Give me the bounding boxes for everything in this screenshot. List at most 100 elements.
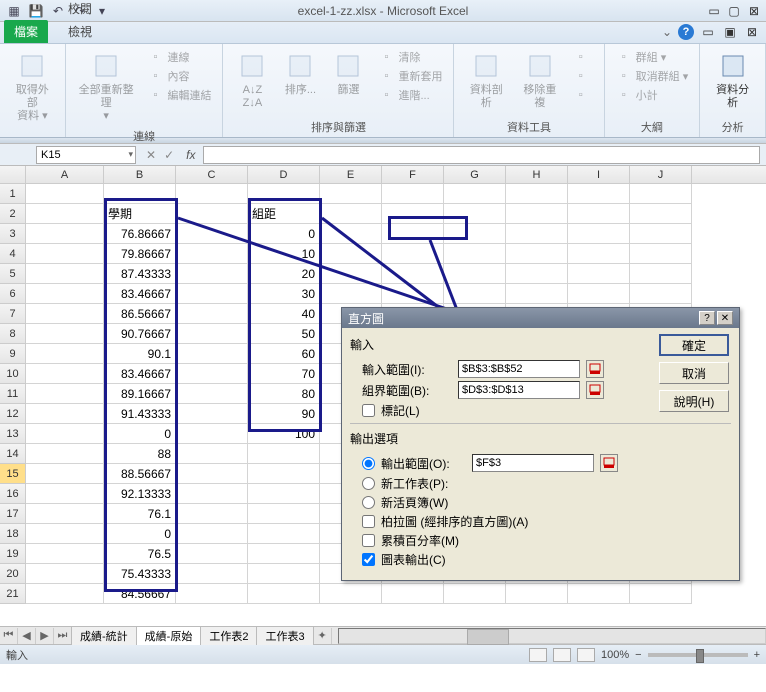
col-header-H[interactable]: H	[506, 166, 568, 183]
save-icon[interactable]: 💾	[26, 2, 46, 20]
row-header[interactable]: 12	[0, 404, 26, 424]
cell[interactable]	[26, 524, 104, 544]
cell[interactable]: 90.1	[104, 344, 176, 364]
cell[interactable]	[248, 444, 320, 464]
ribbon-group-button[interactable]: ▫群組 ▾	[613, 48, 692, 66]
cell[interactable]: 84.56667	[104, 584, 176, 604]
fx-icon[interactable]: fx	[186, 148, 195, 162]
cell[interactable]	[568, 264, 630, 284]
formula-input[interactable]	[203, 146, 760, 164]
horizontal-scrollbar[interactable]	[338, 628, 766, 644]
cell[interactable]	[568, 244, 630, 264]
row-header[interactable]: 7	[0, 304, 26, 324]
cell[interactable]: 40	[248, 304, 320, 324]
cell[interactable]	[382, 224, 444, 244]
cell[interactable]	[26, 484, 104, 504]
ribbon-ungroup-button[interactable]: ▫取消群組 ▾	[613, 67, 692, 85]
excel-icon[interactable]: ▦	[4, 2, 24, 20]
col-header-F[interactable]: F	[382, 166, 444, 183]
col-header-C[interactable]: C	[176, 166, 248, 183]
cell[interactable]	[444, 224, 506, 244]
zoom-slider[interactable]	[648, 653, 748, 657]
cell[interactable]	[26, 364, 104, 384]
row-header[interactable]: 5	[0, 264, 26, 284]
input-range-field[interactable]	[458, 360, 580, 378]
cell[interactable]	[506, 184, 568, 204]
fx-cancel-icon[interactable]: ✕	[146, 148, 156, 162]
cell[interactable]: 89.16667	[104, 384, 176, 404]
cell[interactable]	[382, 204, 444, 224]
row-header[interactable]: 3	[0, 224, 26, 244]
ribbon-import-button[interactable]: 取得外部資料 ▾	[8, 48, 57, 126]
cell[interactable]: 76.5	[104, 544, 176, 564]
cell[interactable]	[568, 584, 630, 604]
bin-range-refedit-icon[interactable]	[586, 381, 604, 399]
ribbon-subtotal-button[interactable]: ▫小計	[613, 86, 692, 104]
cell[interactable]: 80	[248, 384, 320, 404]
sheet-tab[interactable]: 成績-統計	[71, 626, 137, 645]
cell[interactable]	[26, 224, 104, 244]
new-worksheet-radio[interactable]: 新工作表(P):	[362, 475, 731, 492]
cell[interactable]	[176, 344, 248, 364]
cell[interactable]	[568, 204, 630, 224]
cell[interactable]	[176, 324, 248, 344]
ribbon-analysis-button[interactable]: 資料分析	[708, 48, 757, 112]
cell[interactable]	[26, 424, 104, 444]
cell[interactable]	[26, 464, 104, 484]
cell[interactable]	[176, 424, 248, 444]
page-layout-view-icon[interactable]	[553, 648, 571, 662]
cell[interactable]	[26, 264, 104, 284]
cell[interactable]	[248, 504, 320, 524]
ribbon-clear-button[interactable]: ▫清除	[375, 48, 445, 66]
page-break-view-icon[interactable]	[577, 648, 595, 662]
cell[interactable]: 92.13333	[104, 484, 176, 504]
cell[interactable]	[382, 584, 444, 604]
sheet-nav-first-icon[interactable]: ⏮	[0, 628, 18, 644]
cell[interactable]	[630, 184, 692, 204]
cancel-button[interactable]: 取消	[659, 362, 729, 384]
row-header[interactable]: 15	[0, 464, 26, 484]
cell[interactable]: 70	[248, 364, 320, 384]
cell[interactable]: 91.43333	[104, 404, 176, 424]
cell[interactable]	[382, 264, 444, 284]
file-tab[interactable]: 檔案	[4, 20, 48, 43]
output-range-radio[interactable]: 輸出範圍(O):	[362, 455, 466, 472]
ribbon-removedup-button[interactable]: 移除重複	[516, 48, 564, 112]
row-header[interactable]: 10	[0, 364, 26, 384]
cell[interactable]	[444, 184, 506, 204]
cell[interactable]: 組距	[248, 204, 320, 224]
cell[interactable]	[248, 484, 320, 504]
cell[interactable]	[26, 444, 104, 464]
row-header[interactable]: 4	[0, 244, 26, 264]
cell[interactable]: 83.46667	[104, 364, 176, 384]
cell[interactable]	[176, 184, 248, 204]
cell[interactable]	[568, 284, 630, 304]
row-header[interactable]: 14	[0, 444, 26, 464]
ribbon-props-button[interactable]: ▫內容	[144, 67, 214, 85]
cell[interactable]	[444, 244, 506, 264]
cell[interactable]: 88.56667	[104, 464, 176, 484]
cell[interactable]	[248, 544, 320, 564]
cell[interactable]: 學期	[104, 204, 176, 224]
zoom-in-icon[interactable]: +	[754, 649, 760, 661]
cumulative-checkbox[interactable]: 累積百分率(M)	[362, 532, 731, 549]
output-range-refedit-icon[interactable]	[600, 454, 618, 472]
cell[interactable]: 0	[248, 224, 320, 244]
row-header[interactable]: 17	[0, 504, 26, 524]
cell[interactable]	[176, 484, 248, 504]
cell[interactable]	[630, 584, 692, 604]
cell[interactable]: 0	[104, 424, 176, 444]
cell[interactable]	[104, 184, 176, 204]
col-header-B[interactable]: B	[104, 166, 176, 183]
cell[interactable]	[176, 444, 248, 464]
cell[interactable]	[176, 504, 248, 524]
cell[interactable]	[26, 564, 104, 584]
dialog-titlebar[interactable]: 直方圖 ? ✕	[342, 308, 739, 328]
col-header-J[interactable]: J	[630, 166, 692, 183]
row-header[interactable]: 2	[0, 204, 26, 224]
cell[interactable]	[26, 584, 104, 604]
close-icon[interactable]: ⊠	[746, 4, 762, 18]
cell[interactable]: 0	[104, 524, 176, 544]
ribbon-valid-button[interactable]: ▫	[570, 48, 596, 66]
ribbon-texttools-button[interactable]: 資料剖析	[462, 48, 510, 112]
